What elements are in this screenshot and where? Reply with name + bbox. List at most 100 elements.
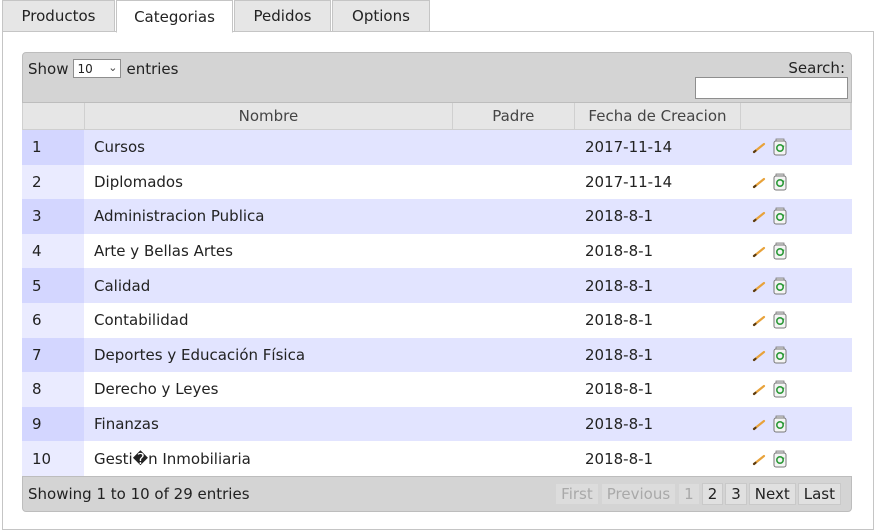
tab-label: Categorias <box>134 7 215 26</box>
column-header-index[interactable] <box>23 103 85 130</box>
entries-length-value: 10 <box>77 61 93 76</box>
column-header-padre[interactable]: Padre <box>452 103 575 130</box>
row-actions <box>742 338 852 373</box>
categories-table: Nombre Padre Fecha de Creacion 1 Cursos … <box>22 103 852 476</box>
length-control: Show 10 ⌄ entries <box>28 59 178 78</box>
show-label: Show <box>28 59 69 78</box>
pencil-icon[interactable] <box>752 209 766 223</box>
row-fecha: 2017-11-14 <box>585 172 673 191</box>
pencil-icon[interactable] <box>752 417 766 431</box>
row-fecha: 2018-8-1 <box>585 276 654 295</box>
recycle-bin-icon[interactable] <box>772 137 788 157</box>
row-index: 7 <box>22 337 84 373</box>
row-nombre: Contabilidad <box>94 311 189 330</box>
pencil-icon[interactable] <box>752 279 766 293</box>
row-padre <box>453 303 575 338</box>
recycle-bin-icon[interactable] <box>772 310 788 330</box>
tab-label: Productos <box>21 7 96 25</box>
row-nombre: Finanzas <box>94 415 159 434</box>
row-nombre: Administracion Publica <box>94 207 265 226</box>
table-row: 7 Deportes y Educación Física 2018-8-1 <box>22 337 852 373</box>
row-fecha: 2018-8-1 <box>585 380 654 399</box>
page-1-button[interactable]: 1 <box>678 483 700 505</box>
row-actions <box>742 441 852 476</box>
table-row: 6 Contabilidad 2018-8-1 <box>22 302 852 338</box>
recycle-bin-icon[interactable] <box>772 172 788 192</box>
tab-pedidos[interactable]: Pedidos <box>234 0 331 32</box>
tab-label: Pedidos <box>253 7 312 25</box>
column-header-actions <box>741 103 851 130</box>
recycle-bin-icon[interactable] <box>772 206 788 226</box>
recycle-bin-icon[interactable] <box>772 276 788 296</box>
pagination: First Previous 1 2 3 Next Last <box>555 483 841 505</box>
row-padre <box>453 268 575 303</box>
recycle-bin-icon[interactable] <box>772 414 788 434</box>
row-fecha: 2017-11-14 <box>585 138 673 157</box>
tab-bar: Productos Categorias Pedidos Options <box>0 0 875 33</box>
recycle-bin-icon[interactable] <box>772 449 788 469</box>
table-row: 5 Calidad 2018-8-1 <box>22 268 852 303</box>
pencil-icon[interactable] <box>752 313 766 327</box>
row-padre <box>453 130 575 165</box>
row-actions <box>742 234 852 269</box>
pencil-icon[interactable] <box>752 452 766 466</box>
row-padre <box>453 441 575 476</box>
row-actions <box>742 303 852 338</box>
pencil-icon[interactable] <box>752 244 766 258</box>
page-3-button[interactable]: 3 <box>725 483 747 505</box>
last-page-button[interactable]: Last <box>797 483 841 505</box>
pencil-icon[interactable] <box>752 175 766 189</box>
row-index: 1 <box>22 130 84 165</box>
row-padre <box>453 338 575 373</box>
row-actions <box>742 199 852 234</box>
tab-productos[interactable]: Productos <box>2 0 115 32</box>
tab-label: Options <box>352 7 410 25</box>
row-index: 3 <box>22 199 84 234</box>
row-index: 6 <box>22 302 84 338</box>
row-nombre: Derecho y Leyes <box>94 380 219 399</box>
row-nombre: Arte y Bellas Artes <box>94 242 233 261</box>
row-fecha: 2018-8-1 <box>585 415 654 434</box>
previous-page-button[interactable]: Previous <box>600 483 677 505</box>
recycle-bin-icon[interactable] <box>772 241 788 261</box>
row-fecha: 2018-8-1 <box>585 449 654 468</box>
row-fecha: 2018-8-1 <box>585 345 654 364</box>
column-header-nombre[interactable]: Nombre <box>84 103 453 130</box>
entries-label: entries <box>126 59 179 78</box>
first-page-button[interactable]: First <box>555 483 599 505</box>
row-padre <box>453 199 575 234</box>
table-row: 1 Cursos 2017-11-14 <box>22 130 852 165</box>
tab-categorias[interactable]: Categorias <box>116 0 233 33</box>
row-index: 10 <box>22 441 84 476</box>
row-index: 9 <box>22 406 84 442</box>
table-body: 1 Cursos 2017-11-14 2 Diplomados 2017-11… <box>22 130 852 476</box>
chevron-down-icon: ⌄ <box>108 61 118 74</box>
recycle-bin-icon[interactable] <box>772 345 788 365</box>
table-info: Showing 1 to 10 of 29 entries <box>28 485 250 503</box>
row-padre <box>453 372 575 407</box>
column-header-fecha[interactable]: Fecha de Creacion <box>574 103 742 130</box>
table-row: 2 Diplomados 2017-11-14 <box>22 164 852 200</box>
entries-length-select[interactable]: 10 ⌄ <box>73 59 122 78</box>
table-header: Nombre Padre Fecha de Creacion <box>22 103 852 130</box>
pencil-icon[interactable] <box>752 382 766 396</box>
table-row: 8 Derecho y Leyes 2018-8-1 <box>22 372 852 407</box>
row-actions <box>742 407 852 442</box>
row-actions <box>742 268 852 303</box>
row-nombre: Gesti�n Inmobiliaria <box>94 449 251 468</box>
row-index: 2 <box>22 164 84 200</box>
table-row: 10 Gesti�n Inmobiliaria 2018-8-1 <box>22 441 852 476</box>
search-input[interactable] <box>695 77 848 99</box>
page-2-button[interactable]: 2 <box>701 483 724 505</box>
pencil-icon[interactable] <box>752 140 766 154</box>
pencil-icon[interactable] <box>752 348 766 362</box>
search-label: Search: <box>788 59 845 77</box>
row-actions <box>742 130 852 165</box>
recycle-bin-icon[interactable] <box>772 379 788 399</box>
table-row: 3 Administracion Publica 2018-8-1 <box>22 199 852 234</box>
tab-options[interactable]: Options <box>332 0 430 32</box>
table-row: 9 Finanzas 2018-8-1 <box>22 406 852 442</box>
row-index: 4 <box>22 233 84 269</box>
next-page-button[interactable]: Next <box>748 483 796 505</box>
row-nombre: Calidad <box>94 276 151 295</box>
